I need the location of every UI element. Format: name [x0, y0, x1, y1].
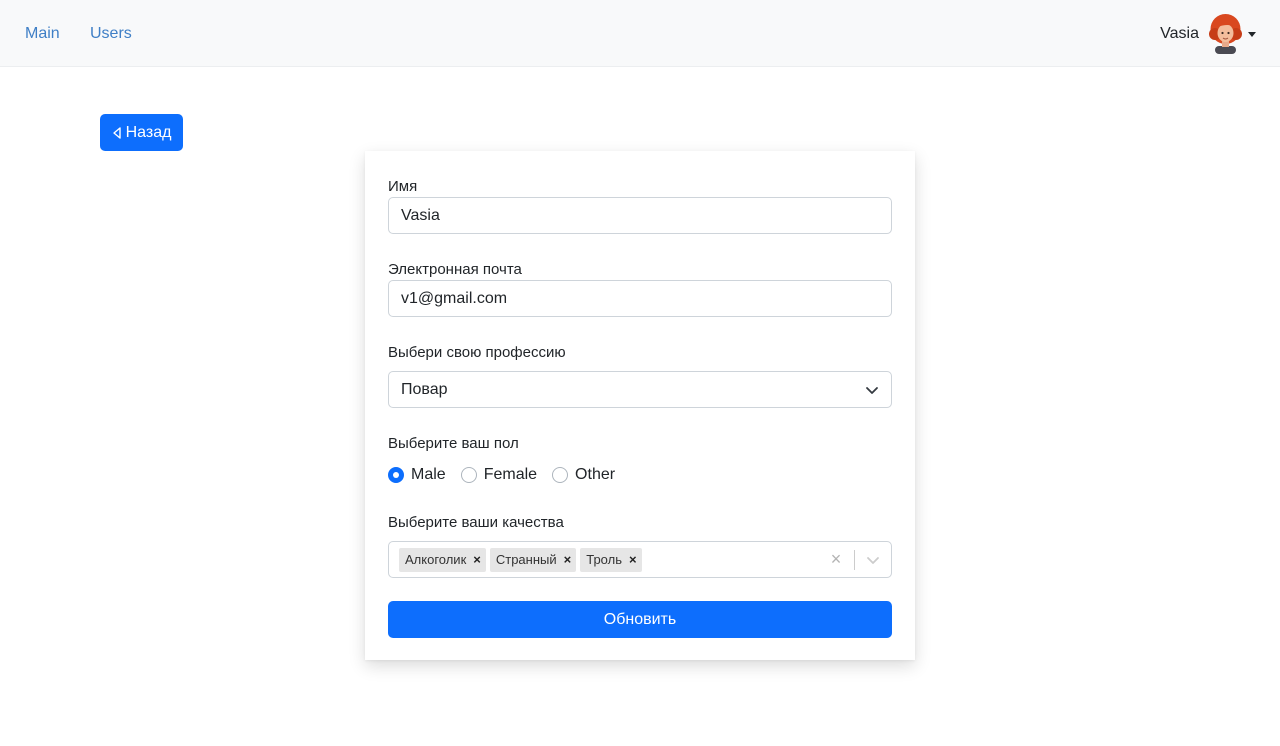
radio-label: Male [411, 466, 446, 483]
chip-label: Троль [586, 552, 622, 567]
update-button[interactable]: Обновить [388, 601, 892, 638]
multiselect-controls: × [818, 542, 891, 577]
email-input[interactable] [388, 280, 892, 317]
nav-link-users[interactable]: Users [90, 25, 132, 43]
radio-button[interactable] [552, 467, 569, 483]
edit-user-form: Имя Электронная почта Выбери свою профес… [365, 151, 915, 660]
user-menu-dropdown[interactable]: Vasia [1160, 14, 1256, 54]
radio-female[interactable]: Female [460, 466, 538, 484]
caret-left-icon [112, 126, 121, 139]
chip-label: Алкоголик [405, 552, 467, 567]
back-button[interactable]: Назад [100, 114, 183, 151]
radio-other[interactable]: Other [552, 466, 615, 484]
navbar: Main Users Vasia [0, 0, 1280, 67]
chip-label: Странный [495, 552, 557, 567]
chip-remove-icon[interactable]: × [626, 552, 642, 567]
nav-link-main[interactable]: Main [25, 25, 60, 43]
radio-label: Other [575, 466, 616, 483]
chevron-down-icon [1248, 31, 1256, 37]
quality-chip: Троль × [580, 547, 642, 572]
profession-value: Повар [401, 380, 448, 398]
qualities-multiselect[interactable]: Алкоголик × Странный × Троль × × [388, 541, 892, 578]
chip-remove-icon[interactable]: × [561, 552, 577, 567]
radio-button[interactable] [460, 467, 477, 483]
sex-label: Выберите ваш пол [388, 435, 519, 452]
qualities-label: Выберите ваши качества [388, 514, 564, 531]
chip-remove-icon[interactable]: × [470, 552, 486, 567]
clear-all-icon[interactable]: × [818, 549, 854, 570]
sex-radio-group: Male Female Other [388, 465, 630, 485]
avatar [1209, 14, 1242, 54]
chevron-down-icon [866, 386, 878, 394]
dropdown-toggle[interactable] [855, 555, 891, 565]
email-label: Электронная почта [388, 261, 522, 278]
radio-label: Female [483, 466, 538, 483]
profession-select[interactable]: Повар [388, 371, 892, 408]
quality-chip: Алкоголик × [399, 547, 486, 572]
name-label: Имя [388, 178, 418, 195]
radio-button[interactable] [388, 467, 404, 483]
profession-label: Выбери свою профессию [388, 344, 566, 361]
name-input[interactable] [388, 197, 892, 234]
radio-male[interactable]: Male [388, 466, 446, 484]
user-name: Vasia [1160, 25, 1199, 42]
chevron-down-icon [867, 556, 879, 564]
back-button-label: Назад [125, 123, 172, 141]
quality-chip: Странный × [489, 547, 577, 572]
